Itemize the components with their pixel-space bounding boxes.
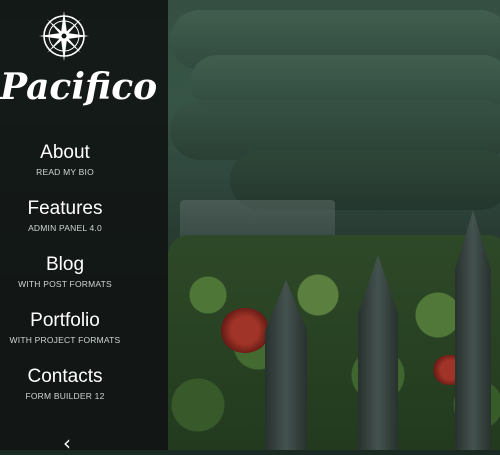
nav-item-sublabel: ADMIN PANEL 4.0: [28, 223, 102, 233]
nav-item-contacts[interactable]: Contacts FORM BUILDER 12: [0, 364, 130, 420]
compass-rose-icon[interactable]: [38, 10, 90, 62]
nav-item-sublabel: FORM BUILDER 12: [25, 391, 105, 401]
main-nav: About READ MY BIO Features ADMIN PANEL 4…: [0, 140, 130, 420]
nav-item-label: Blog: [45, 254, 85, 275]
nav-item-label: Portfolio: [30, 310, 100, 331]
nav-item-label: Contacts: [27, 366, 103, 387]
nav-item-sublabel: READ MY BIO: [36, 167, 94, 177]
nav-item-portfolio[interactable]: Portfolio WITH PROJECT FORMATS: [0, 308, 130, 364]
nav-item-features[interactable]: Features ADMIN PANEL 4.0: [0, 196, 130, 252]
nav-item-label: Features: [27, 198, 103, 219]
nav-item-sublabel: WITH PROJECT FORMATS: [9, 335, 121, 345]
brand-logo[interactable]: Pacifico: [0, 66, 157, 108]
sidebar: Pacifico About READ MY BIO Features ADMI…: [0, 0, 168, 453]
chevron-left-icon[interactable]: ‹: [54, 433, 80, 453]
nav-item-about[interactable]: About READ MY BIO: [0, 140, 130, 196]
nav-item-label: About: [40, 142, 90, 163]
nav-item-blog[interactable]: Blog WITH POST FORMATS: [0, 252, 130, 308]
nav-item-sublabel: WITH POST FORMATS: [18, 279, 112, 289]
